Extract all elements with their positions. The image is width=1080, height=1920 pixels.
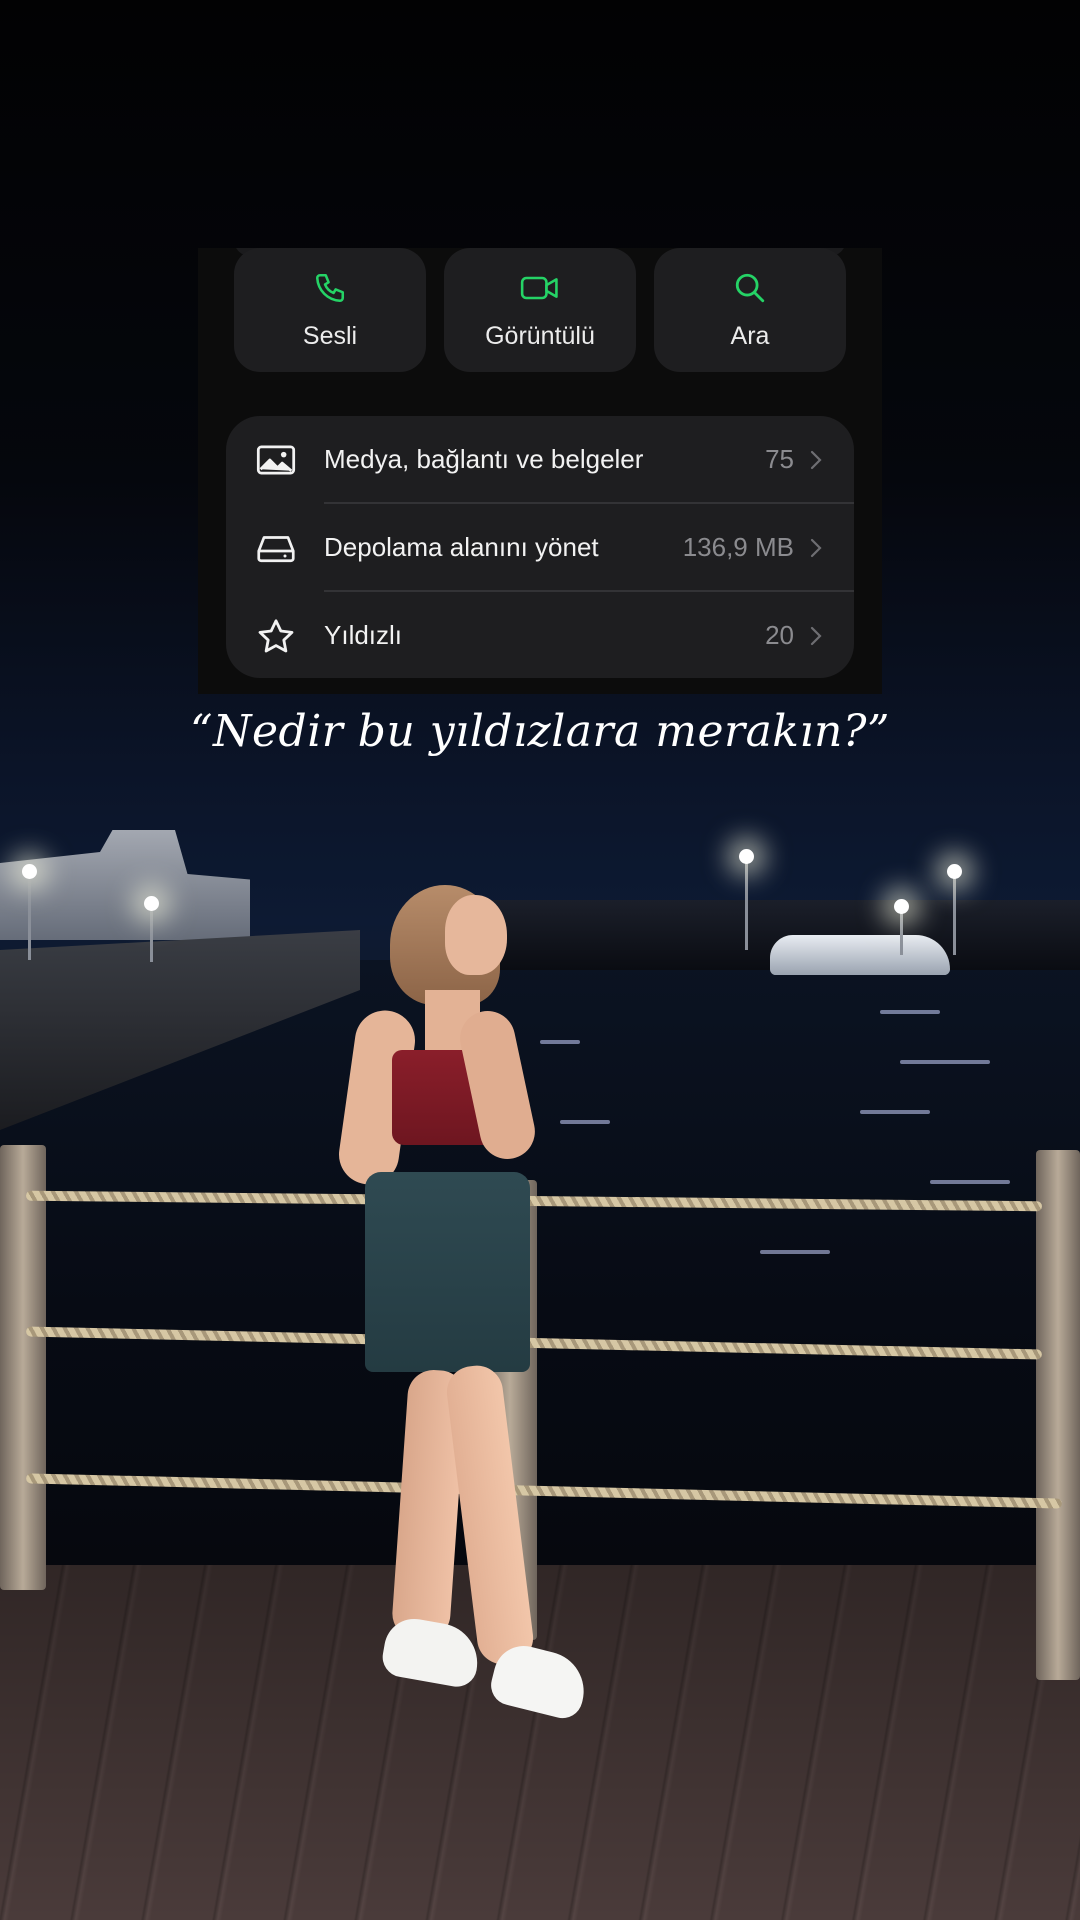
- storage-label: Depolama alanını yönet: [324, 532, 599, 562]
- story-canvas: Sesli Görüntülü Ara Medya, bağlantı ve b…: [0, 0, 1080, 1920]
- light-reflection: [930, 1180, 1010, 1184]
- street-lamp: [22, 864, 37, 960]
- railing-post: [1036, 1150, 1080, 1680]
- starred-label: Yıldızlı: [324, 620, 403, 650]
- storage-size: 136,9 MB: [682, 532, 794, 562]
- media-label: Medya, bağlantı ve belgeler: [324, 444, 644, 474]
- video-call-label: Görüntülü: [485, 322, 595, 350]
- media-count: 75: [765, 444, 794, 474]
- light-reflection: [860, 1110, 930, 1114]
- street-lamp: [739, 849, 754, 950]
- manage-storage-row[interactable]: Depolama alanını yönet 136,9 MB: [226, 504, 854, 591]
- deck-shade: [0, 1565, 1080, 1920]
- contact-actions: Sesli Görüntülü Ara: [234, 248, 846, 374]
- chevron-right-icon: [806, 624, 826, 648]
- yacht: [770, 935, 950, 975]
- street-lamp: [144, 896, 159, 962]
- light-reflection: [900, 1060, 990, 1064]
- phone-icon: [310, 268, 350, 308]
- voice-call-button[interactable]: Sesli: [234, 248, 426, 372]
- street-lamp: [947, 864, 962, 955]
- ferry-ship: [0, 830, 250, 940]
- street-lamp: [894, 899, 909, 955]
- starred-row[interactable]: Yıldızlı 20: [226, 592, 854, 678]
- search-button[interactable]: Ara: [654, 248, 846, 372]
- star-icon: [254, 616, 298, 656]
- whatsapp-screenshot: Sesli Görüntülü Ara Medya, bağlantı ve b…: [198, 248, 882, 694]
- storage-icon: [254, 528, 298, 568]
- light-reflection: [760, 1250, 830, 1254]
- starred-count: 20: [765, 620, 794, 650]
- story-caption: “Nedir bu yıldızlara merakın?”: [190, 706, 890, 757]
- chevron-right-icon: [806, 448, 826, 472]
- search-icon: [730, 268, 770, 308]
- person-head: [445, 895, 507, 975]
- search-label: Ara: [730, 322, 770, 350]
- video-icon: [520, 268, 560, 308]
- media-links-docs-row[interactable]: Medya, bağlantı ve belgeler 75: [226, 416, 854, 503]
- light-reflection: [880, 1010, 940, 1014]
- media-section: Medya, bağlantı ve belgeler 75 Depolama …: [226, 416, 854, 678]
- railing-post: [0, 1145, 46, 1590]
- light-reflection: [560, 1120, 610, 1124]
- light-reflection: [540, 1040, 580, 1044]
- video-call-button[interactable]: Görüntülü: [444, 248, 636, 372]
- image-icon: [254, 440, 298, 480]
- voice-call-label: Sesli: [302, 322, 358, 350]
- chevron-right-icon: [806, 536, 826, 560]
- person-shorts: [365, 1172, 530, 1372]
